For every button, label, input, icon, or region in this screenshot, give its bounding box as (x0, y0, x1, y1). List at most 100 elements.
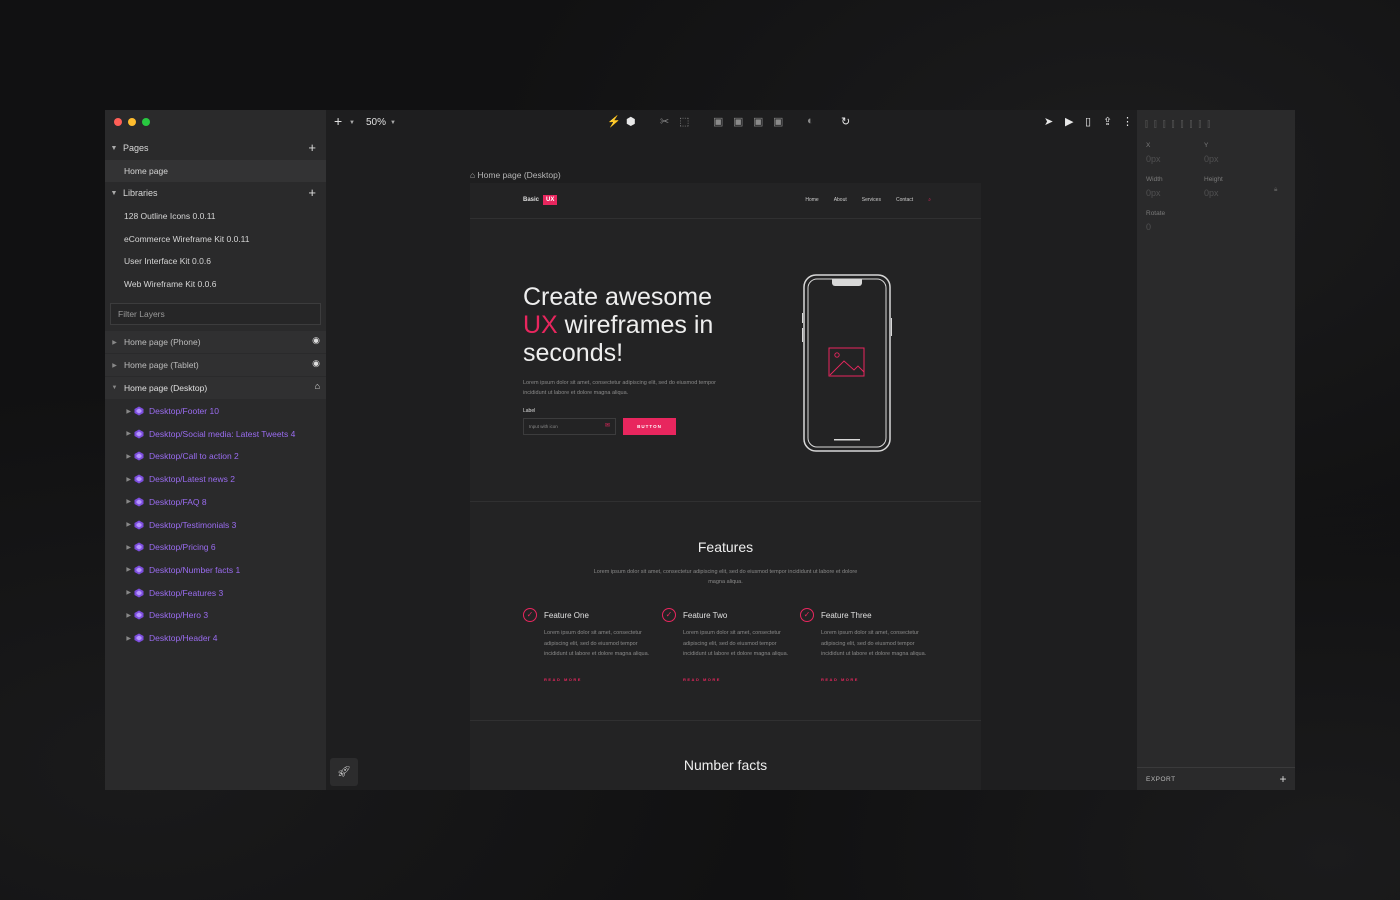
nav-services: Services (861, 197, 881, 203)
feature-read-more: READ MORE (683, 677, 721, 682)
close-window-button[interactable] (114, 118, 122, 126)
chevron-down-icon[interactable]: ▼ (390, 120, 396, 126)
layer-component[interactable]: ▶ Desktop/Call to action 2 (105, 445, 326, 467)
library-item[interactable]: User Interface Kit 0.0.6 (105, 250, 326, 272)
height-label: Height (1204, 176, 1223, 183)
align-right-icon[interactable]: ⫿ (1163, 119, 1172, 129)
layer-label: Desktop/Footer 10 (149, 406, 219, 416)
component-icon[interactable]: ⬢ (626, 115, 636, 128)
eye-icon[interactable]: ◉ (312, 335, 320, 346)
distribute-v-icon[interactable]: ⫿ (1207, 119, 1216, 129)
export-section[interactable]: EXPORT + (1137, 767, 1295, 790)
layer-component[interactable]: ▶ Desktop/FAQ 8 (105, 491, 326, 513)
inspect-icon[interactable]: ➤ (1044, 115, 1053, 128)
component-icon (134, 406, 144, 416)
zoom-level[interactable]: 50% (366, 117, 386, 128)
library-item-label: User Interface Kit 0.0.6 (124, 256, 211, 266)
chevron-right-icon: ▶ (126, 522, 131, 528)
scissors-icon[interactable]: ✂ (660, 115, 669, 128)
add-export-icon[interactable]: + (1279, 768, 1287, 790)
layer-component[interactable]: ▶ Desktop/Latest news 2 (105, 468, 326, 490)
layer-label: Home page (Phone) (124, 337, 201, 347)
libraries-section-header[interactable]: ▼ Libraries + (105, 182, 326, 204)
component-icon (134, 610, 144, 620)
share-icon[interactable]: ⇪ (1103, 115, 1112, 128)
component-icon (134, 565, 144, 575)
chevron-right-icon: ▶ (126, 590, 131, 597)
more-icon[interactable]: ⋮ (1122, 115, 1133, 128)
layer-component[interactable]: ▶ Desktop/Number facts 1 (105, 559, 326, 581)
site-nav: Home About Services Contact ⌕ (805, 197, 931, 203)
rocket-icon[interactable]: 🚀︎ (330, 758, 358, 786)
layer-component[interactable]: ▶ Desktop/Features 3 (105, 582, 326, 604)
layer-label: Desktop/FAQ 8 (149, 496, 207, 507)
chevron-right-icon: ▶ (126, 453, 131, 460)
align-top-icon[interactable]: ⫿ (1172, 119, 1181, 129)
layer-component[interactable]: ▶ Desktop/Footer 10 (105, 400, 326, 422)
refresh-icon[interactable]: ↻ (841, 115, 850, 128)
layer-label: Desktop/Number facts 1 (149, 564, 241, 575)
component-icon (134, 588, 144, 598)
hero-button: BUTTON (623, 418, 676, 435)
component-icon (134, 451, 144, 461)
eye-icon[interactable]: ◉ (312, 358, 320, 369)
subtract-icon[interactable]: ▣ (733, 115, 743, 128)
align-bottom-icon[interactable]: ⫿ (1189, 119, 1198, 129)
align-left-icon[interactable]: ⫿ (1145, 119, 1154, 129)
align-center-icon[interactable]: ⫿ (1154, 119, 1163, 129)
lightning-icon[interactable]: ⚡ (607, 115, 621, 128)
artboard-home-desktop[interactable]: Basic UX Home About Services Contact ⌕ C… (470, 183, 981, 790)
minimize-window-button[interactable] (128, 118, 136, 126)
layer-label: Desktop/Social media: Latest Tweets 4 (149, 428, 296, 439)
difference-icon[interactable]: ▣ (773, 115, 783, 128)
union-icon[interactable]: ▣ (713, 115, 723, 128)
filter-layers-input[interactable]: Filter Layers (110, 303, 321, 325)
page-item-home[interactable]: Home page (105, 160, 326, 182)
library-item[interactable]: 128 Outline Icons 0.0.11 (105, 205, 326, 227)
align-toolbar[interactable]: ⫿⫿⫿⫿⫿⫿⫿⫿ (1145, 119, 1216, 130)
device-icon[interactable]: ▯ (1085, 115, 1091, 128)
frame-icon[interactable]: ⬚ (679, 115, 689, 128)
mask-icon[interactable]: ◐ (807, 115, 814, 127)
lock-icon[interactable]: 🔒︎ (1274, 186, 1277, 194)
add-library-icon[interactable]: + (308, 185, 316, 200)
chevron-right-icon: ▶ (126, 476, 131, 483)
hero-title: Create awesome UX wireframes in seconds! (523, 283, 743, 367)
width-field[interactable]: 0px (1146, 188, 1161, 198)
layer-component[interactable]: ▶ Desktop/Header 4 (105, 627, 326, 649)
layer-home-tablet[interactable]: ▶ Home page (Tablet) ◉ (105, 354, 326, 376)
layer-label: Desktop/Hero 3 (149, 610, 209, 621)
layer-component[interactable]: ▶ Desktop/Testimonials 3 (105, 514, 326, 536)
artboard-label[interactable]: ⌂ Home page (Desktop) (470, 170, 561, 180)
library-item[interactable]: eCommerce Wireframe Kit 0.0.11 (105, 228, 326, 250)
component-icon (134, 520, 144, 529)
layer-component[interactable]: ▶ Desktop/Pricing 6 (105, 536, 326, 558)
maximize-window-button[interactable] (142, 118, 150, 126)
chevron-right-icon: ▶ (126, 431, 131, 438)
hero-line-2: wireframes in (557, 311, 714, 339)
layer-label: Desktop/Pricing 6 (149, 542, 216, 553)
layer-component[interactable]: ▶ Desktop/Hero 3 (105, 604, 326, 626)
library-item[interactable]: Web Wireframe Kit 0.0.6 (105, 273, 326, 295)
x-field[interactable]: 0px (1146, 154, 1161, 164)
pages-section-header[interactable]: ▼ Pages + (105, 137, 326, 159)
feature-title: Feature Three (821, 611, 872, 620)
play-icon[interactable]: ▶ (1065, 115, 1073, 128)
layer-component[interactable]: ▶ Desktop/Social media: Latest Tweets 4 (105, 423, 326, 445)
intersect-icon[interactable]: ▣ (753, 115, 763, 128)
distribute-icon[interactable]: ⫿ (1198, 119, 1207, 129)
chevron-down-icon: ▼ (110, 189, 118, 197)
add-page-icon[interactable]: + (308, 140, 316, 155)
layer-home-desktop[interactable]: ▼ Home page (Desktop) ⌂ (105, 377, 326, 399)
number-facts-title: Number facts (683, 757, 768, 773)
layer-home-phone[interactable]: ▶ Home page (Phone) ◉ (105, 331, 326, 353)
hero-input: Input with icon ✉ (523, 418, 616, 435)
layer-label: Home page (Tablet) (124, 360, 199, 370)
rotate-field[interactable]: 0 (1146, 222, 1151, 232)
chevron-right-icon: ▶ (112, 362, 117, 369)
y-field[interactable]: 0px (1204, 154, 1219, 164)
chevron-down-icon[interactable]: ▼ (349, 120, 355, 126)
libraries-label: Libraries (123, 188, 158, 198)
height-field[interactable]: 0px (1204, 188, 1219, 198)
add-icon[interactable]: + (334, 113, 342, 129)
